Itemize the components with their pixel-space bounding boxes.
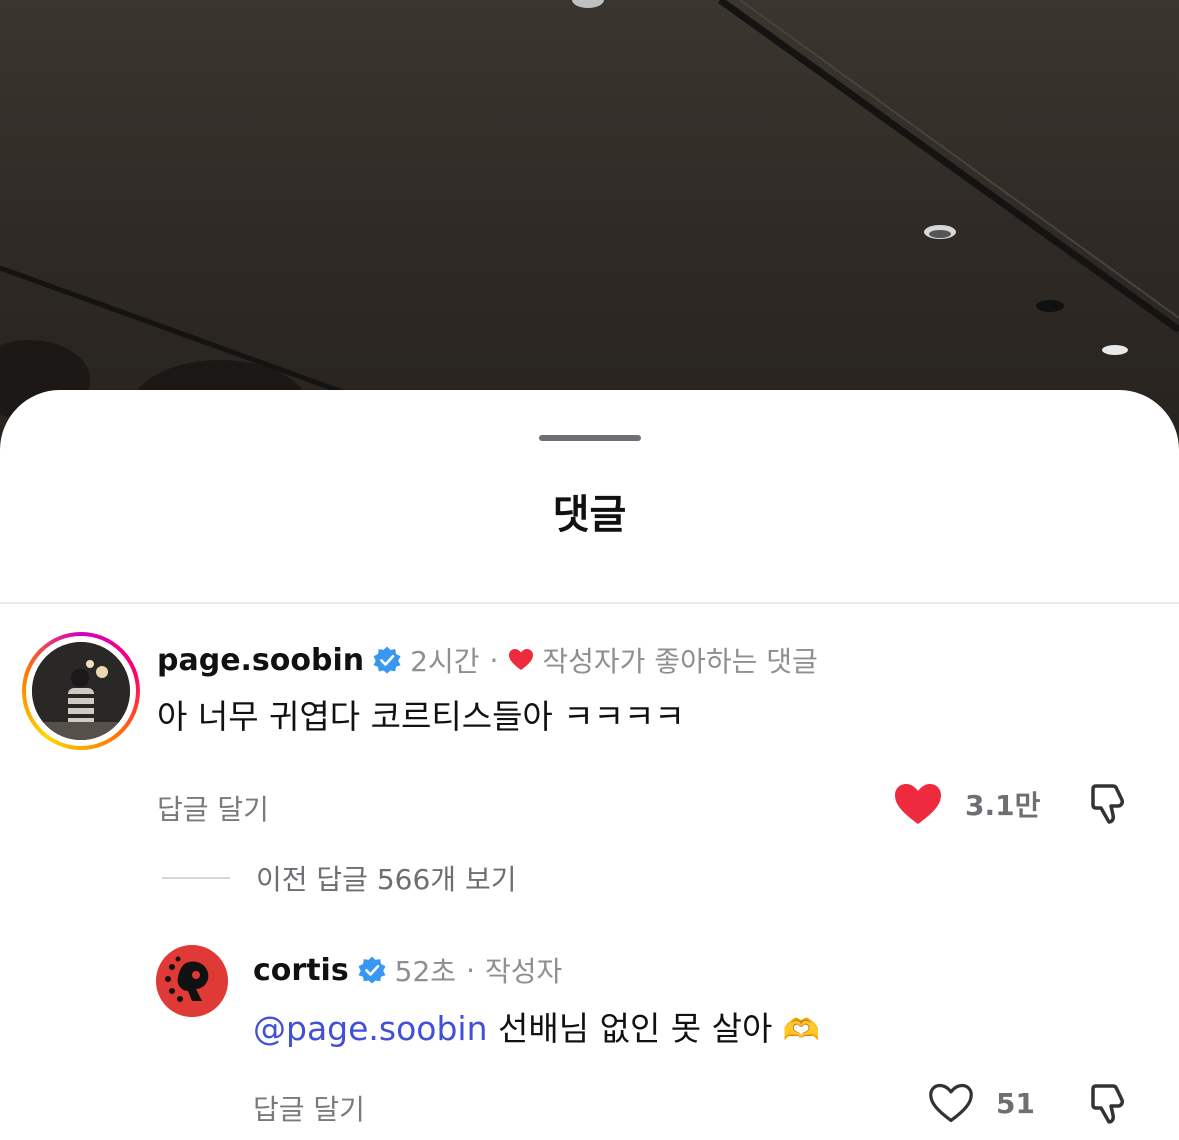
like-count: 3.1만 (965, 789, 1041, 822)
thread-line (162, 877, 230, 879)
like-control: 3.1만 (893, 782, 1040, 826)
comments-sheet: 댓글 page.soobin 2시간 · 작성자가 좋아하는 댓글 아 너무 귀… (0, 390, 1179, 1140)
cortis-logo-icon (156, 945, 228, 1017)
dislike-icon[interactable] (1085, 1082, 1129, 1128)
view-previous-replies[interactable]: 이전 답글 566개 보기 (162, 858, 516, 898)
view-previous-replies-label: 이전 답글 566개 보기 (256, 863, 517, 896)
avatar[interactable] (22, 632, 140, 750)
heart-outline-icon[interactable] (928, 1082, 974, 1124)
username[interactable]: cortis (253, 953, 349, 988)
like-control: 51 (928, 1082, 1035, 1124)
header-divider (0, 602, 1179, 604)
meta-separator: · (466, 953, 475, 987)
author-liked-label: 작성자가 좋아하는 댓글 (542, 645, 818, 678)
author-tag: 작성자 (484, 955, 563, 988)
comment-meta: cortis 52초 · 작성자 (253, 950, 562, 990)
avatar[interactable] (156, 945, 228, 1017)
heart-filled-icon[interactable] (893, 782, 943, 826)
comment-time: 2시간 (410, 645, 480, 678)
sheet-title: 댓글 (552, 492, 627, 538)
comment-meta: page.soobin 2시간 · 작성자가 좋아하는 댓글 (157, 640, 818, 680)
verified-badge-icon (358, 956, 386, 984)
verified-badge-icon (373, 646, 401, 674)
sheet-grabber[interactable] (539, 435, 641, 441)
heart-filled-icon (509, 649, 534, 670)
reply-button[interactable]: 답글 달기 (157, 788, 269, 828)
meta-separator: · (489, 643, 499, 677)
emoji: 🫶 (782, 1013, 821, 1048)
profile-photo-graphic (32, 642, 130, 740)
reply-button[interactable]: 답글 달기 (253, 1088, 365, 1128)
dislike-icon[interactable] (1085, 782, 1129, 828)
comment-text: 선배님 없인 못 살아 (498, 1009, 773, 1048)
mention-link[interactable]: @page.soobin (253, 1009, 488, 1048)
username[interactable]: page.soobin (157, 643, 364, 678)
comment-time: 52초 (394, 955, 457, 988)
like-count: 51 (996, 1086, 1035, 1120)
comment-text: 아 너무 귀엽다 코르티스들아 ㅋㅋㅋㅋ (157, 697, 685, 736)
comment-text-line: @page.soobin 선배님 없인 못 살아 🫶 (253, 1002, 820, 1050)
